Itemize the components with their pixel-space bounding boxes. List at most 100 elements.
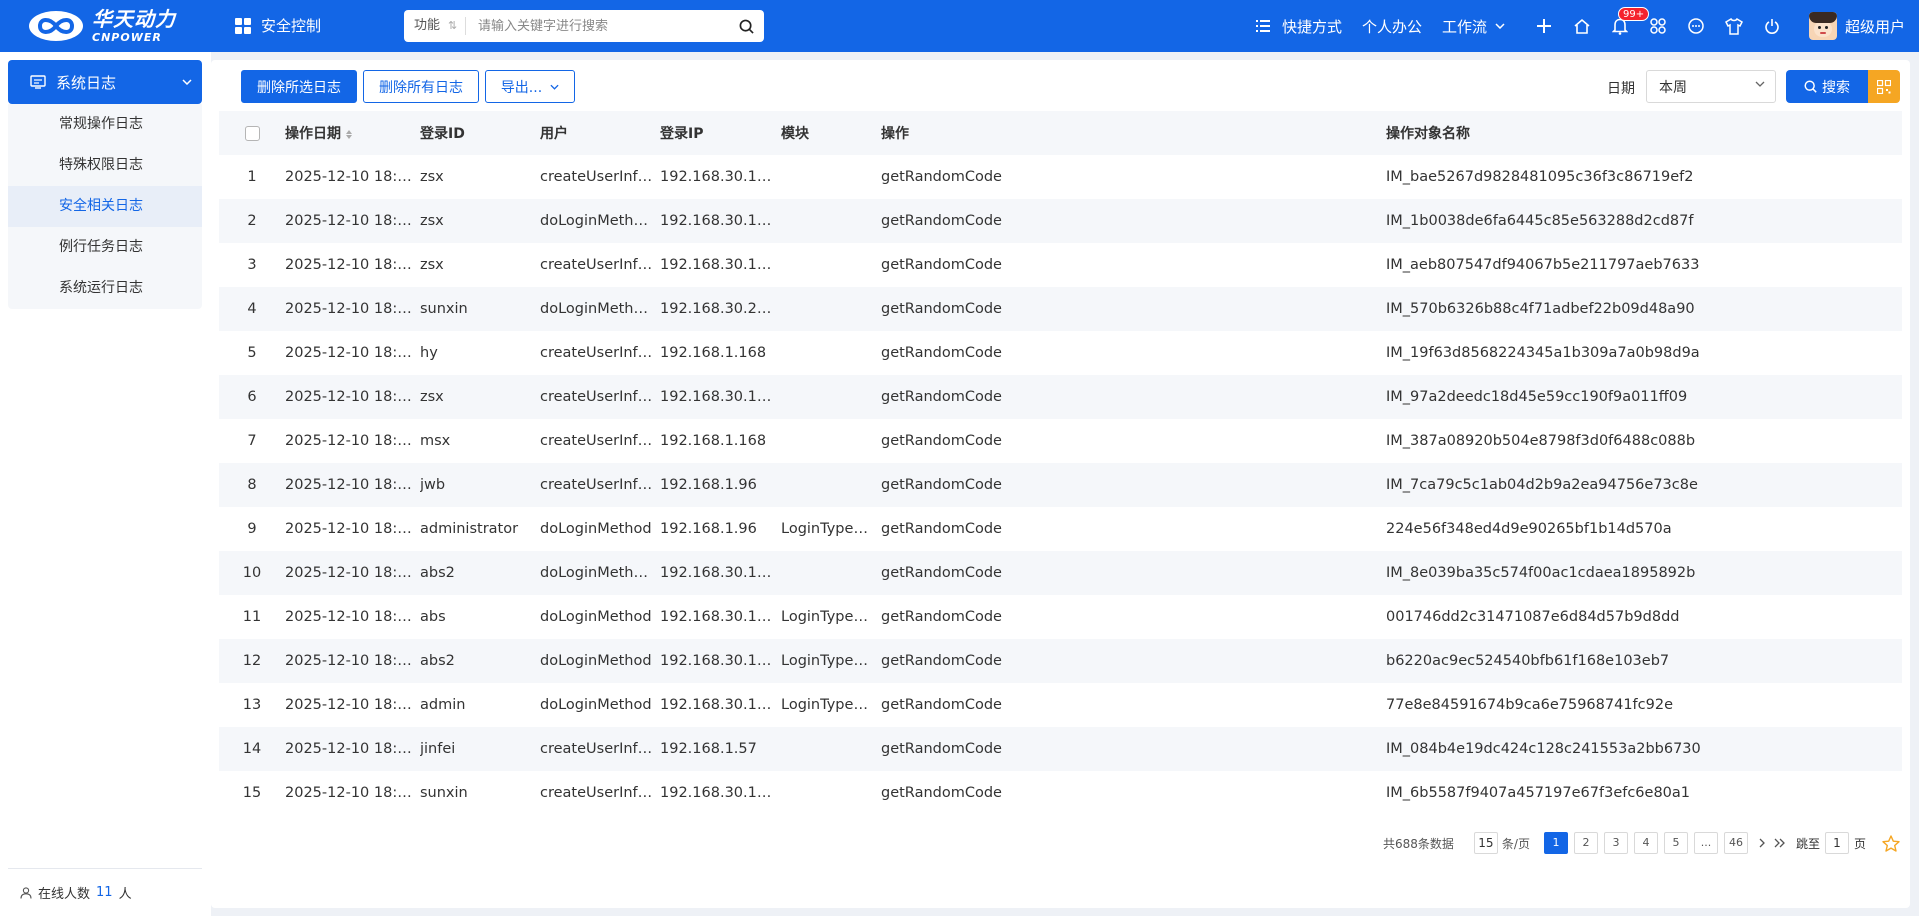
cell-target: IM_97a2deedc18d45e59cc190f9a011ff09 (1386, 389, 1688, 405)
app-title[interactable]: 安全控制 (235, 15, 321, 36)
home-button[interactable] (1572, 16, 1592, 36)
page-button-3[interactable]: 3 (1603, 832, 1628, 854)
search-button[interactable] (728, 10, 764, 42)
table-row[interactable]: 3 2025-12-10 18:55 zsx createUserInfo... 192… (219, 243, 1902, 287)
delete-all-button[interactable]: 删除所有日志 (363, 70, 479, 103)
cell-operation: getRandomCode (881, 697, 1002, 713)
theme-button[interactable] (1724, 16, 1744, 36)
user-menu[interactable]: 超级用户 (1808, 12, 1905, 40)
cell-login-ip: 192.168.1.168 (660, 433, 767, 449)
table-row[interactable]: 12 2025-12-10 18:41 abs2 doLoginMethod 192.1… (219, 639, 1902, 683)
sidebar-item-routine-task-log[interactable]: 例行任务日志 (8, 227, 202, 268)
cell-index: 15 (242, 785, 262, 801)
table-row[interactable]: 15 2025-12-10 18:34 sunxin createUserInfo..… (219, 771, 1902, 815)
chat-button[interactable] (1686, 16, 1706, 36)
date-select[interactable]: 本周 (1646, 70, 1776, 103)
cell-operation: getRandomCode (881, 653, 1002, 669)
favorite-button[interactable] (1882, 834, 1900, 852)
cell-target: IM_aeb807547df94067b5e211797aeb7633 (1386, 257, 1700, 273)
home-icon (1574, 18, 1590, 34)
cell-user: createUserInfo... (540, 477, 660, 493)
cell-date: 2025-12-10 18:48 (285, 521, 416, 537)
sidebar-menu-system-log[interactable]: 系统日志 (8, 60, 202, 104)
list-icon (1255, 20, 1270, 32)
cell-target: IM_bae5267d9828481095c36f3c86719ef2 (1386, 169, 1694, 185)
last-page-button[interactable] (1772, 832, 1788, 854)
notification-button[interactable]: 99+ (1610, 7, 1650, 36)
cell-date: 2025-12-10 18:52 (285, 345, 416, 361)
header-date-label: 操作日期 (285, 126, 341, 142)
advanced-filter-button[interactable] (1868, 70, 1900, 103)
sidebar-item-regular-log[interactable]: 常规操作日志 (8, 104, 202, 145)
search-type-select[interactable]: 功能 ⇅ (404, 17, 466, 35)
personal-office-link[interactable]: 个人办公 (1362, 16, 1422, 37)
logout-button[interactable] (1762, 16, 1782, 36)
select-all-checkbox[interactable] (245, 125, 260, 141)
page-size-select[interactable]: 15 条/页 (1473, 832, 1530, 854)
next-page-button[interactable] (1754, 832, 1770, 854)
table-row[interactable]: 9 2025-12-10 18:48 administrator doLoginMet… (219, 507, 1902, 551)
page-button-1[interactable]: 1 (1543, 832, 1568, 854)
page-button-last[interactable]: 46 (1723, 832, 1748, 854)
chevron-down-icon (182, 79, 192, 85)
cell-date: 2025-12-10 18:55 (285, 213, 416, 229)
online-prefix: 在线人数 (38, 887, 91, 902)
table-row[interactable]: 5 2025-12-10 18:52 hy createUserInfo... 192.… (219, 331, 1902, 375)
cell-index: 3 (247, 257, 257, 273)
table-row[interactable]: 6 2025-12-10 18:51 zsx createUserInfo... 192… (219, 375, 1902, 419)
table-row[interactable]: 13 2025-12-10 18:35 admin doLoginMethod 192.… (219, 683, 1902, 727)
sidebar-submenu: 常规操作日志 特殊权限日志 安全相关日志 例行任务日志 系统运行日志 (8, 104, 202, 309)
table-row[interactable]: 7 2025-12-10 18:50 msx createUserInfo... 192… (219, 419, 1902, 463)
logo-icon (29, 11, 83, 41)
sidebar-item-special-permission-log[interactable]: 特殊权限日志 (8, 145, 202, 186)
page-button-4[interactable]: 4 (1633, 832, 1658, 854)
cell-date: 2025-12-10 18:49 (285, 477, 416, 493)
table-row[interactable]: 4 2025-12-10 18:53 sunxin doLoginMetho... 19… (219, 287, 1902, 331)
sidebar-item-system-run-log[interactable]: 系统运行日志 (8, 268, 202, 309)
delete-selected-button[interactable]: 删除所选日志 (241, 70, 357, 103)
add-button[interactable] (1534, 16, 1554, 36)
cell-user: doLoginMetho... (540, 565, 656, 581)
page-ellipsis[interactable]: ... (1693, 832, 1718, 854)
cell-index: 5 (247, 345, 257, 361)
cell-index: 8 (247, 477, 257, 493)
global-search: 功能 ⇅ (404, 10, 764, 42)
table-row[interactable]: 1 2025-12-10 18:56 zsx createUserInfo... 192… (219, 155, 1902, 199)
export-dropdown[interactable]: 导出... (485, 70, 575, 103)
table-header: 操作日期 登录ID 用户 登录IP 模块 操作 操作对象名称 (219, 111, 1902, 155)
brand-logo[interactable]: 华天动力 CNPOWER (28, 9, 176, 43)
table-row[interactable]: 2 2025-12-10 18:55 zsx doLoginMetho... 192.1… (219, 199, 1902, 243)
cell-login-id: msx (420, 433, 451, 449)
sort-icon[interactable] (346, 129, 352, 139)
cell-index: 9 (247, 521, 257, 537)
cell-login-id: zsx (420, 389, 444, 405)
online-suffix: 人 (118, 887, 132, 902)
cell-login-ip: 192.168.30.205 (660, 301, 776, 317)
page-button-5[interactable]: 5 (1663, 832, 1688, 854)
cell-index: 2 (247, 213, 257, 229)
select-all-cell (219, 125, 285, 141)
search-input[interactable] (466, 12, 728, 40)
cell-module: LoginType=... (781, 697, 880, 713)
page-button-2[interactable]: 2 (1573, 832, 1598, 854)
apps-button[interactable] (1648, 16, 1668, 36)
shortcuts-label: 快捷方式 (1281, 17, 1342, 36)
header-date[interactable]: 操作日期 (285, 123, 420, 143)
cell-login-ip: 192.168.1.168 (660, 345, 767, 361)
search-icon (1804, 80, 1817, 93)
table-row[interactable]: 10 2025-12-10 18:46 abs2 doLoginMetho... 192… (219, 551, 1902, 595)
chevron-down-icon (1495, 23, 1505, 29)
sidebar-item-security-log[interactable]: 安全相关日志 (8, 186, 202, 227)
search-submit-button[interactable]: 搜索 (1786, 70, 1868, 103)
cell-index: 7 (247, 433, 257, 449)
table-row[interactable]: 11 2025-12-10 18:41 abs doLoginMethod 192.16… (219, 595, 1902, 639)
table-row[interactable]: 8 2025-12-10 18:49 jwb createUserInfo... 192… (219, 463, 1902, 507)
online-count[interactable]: 11 (96, 885, 113, 900)
header-module: 模块 (781, 126, 809, 142)
table-row[interactable]: 14 2025-12-10 18:34 jinfei createUserInfo..… (219, 727, 1902, 771)
workflow-menu[interactable]: 工作流 (1442, 16, 1505, 37)
cell-user: doLoginMethod (540, 697, 652, 713)
shortcuts-menu[interactable]: 快捷方式 (1255, 16, 1342, 37)
jump-input[interactable]: 1 (1824, 832, 1849, 854)
cell-date: 2025-12-10 18:35 (285, 697, 416, 713)
